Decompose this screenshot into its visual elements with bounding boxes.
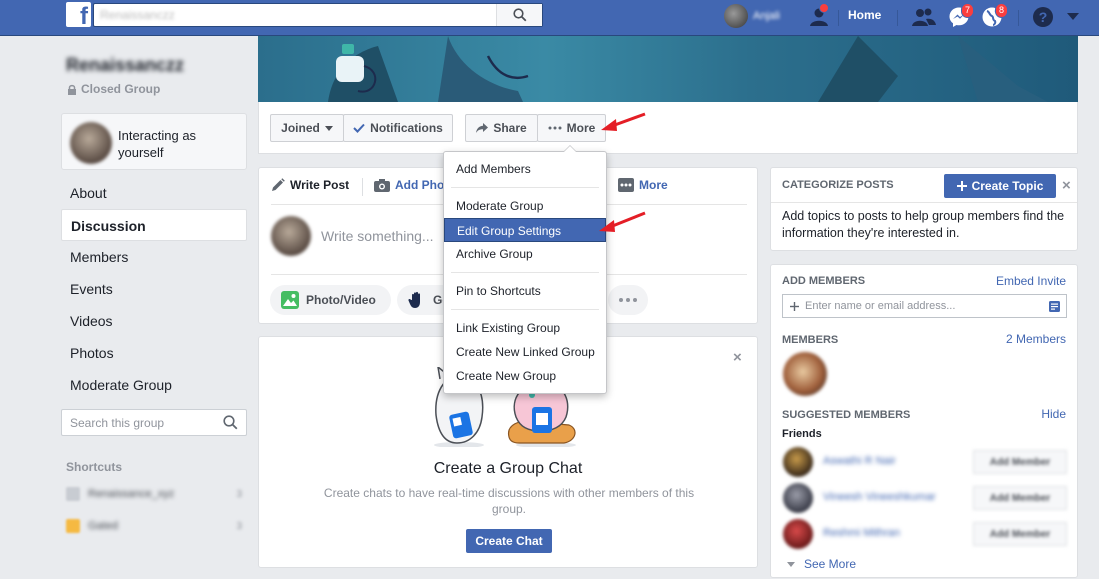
annotation-arrow-more	[601, 112, 646, 131]
annotation-arrows	[599, 112, 646, 232]
annotation-arrow-edit-settings	[599, 211, 646, 232]
